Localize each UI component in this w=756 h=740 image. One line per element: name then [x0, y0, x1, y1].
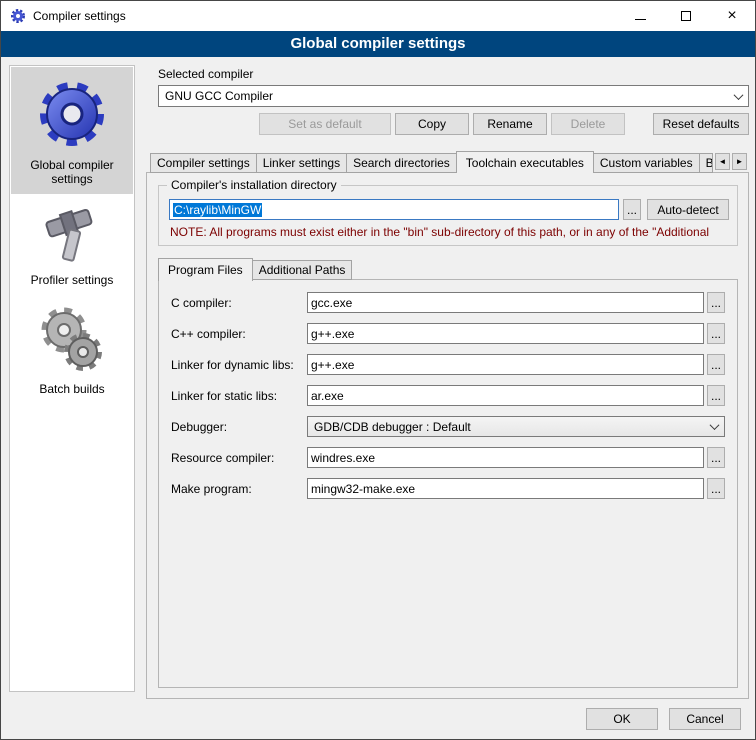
form-row-cpp-compiler: C++ compiler: g++.exe ... — [171, 323, 725, 344]
form-row-resource-compiler: Resource compiler: windres.exe ... — [171, 447, 725, 468]
selected-compiler-label: Selected compiler — [158, 67, 749, 81]
form-row-linker-dynamic: Linker for dynamic libs: g++.exe ... — [171, 354, 725, 375]
tab-custom-variables[interactable]: Custom variables — [593, 153, 700, 173]
blue-gear-icon — [34, 76, 110, 152]
settings-tabbar: Compiler settings Linker settings Search… — [150, 150, 749, 173]
installation-directory-group-title: Compiler's installation directory — [167, 178, 341, 192]
make-program-input[interactable]: mingw32-make.exe — [307, 478, 704, 499]
field-value: windres.exe — [311, 451, 375, 465]
c-compiler-browse-button[interactable]: ... — [707, 292, 725, 313]
resource-compiler-input[interactable]: windres.exe — [307, 447, 704, 468]
linker-static-browse-button[interactable]: ... — [707, 385, 725, 406]
tab-linker-settings[interactable]: Linker settings — [256, 153, 347, 173]
installation-directory-browse-button[interactable]: ... — [623, 199, 641, 220]
cpp-compiler-input[interactable]: g++.exe — [307, 323, 704, 344]
program-files-panel: C compiler: gcc.exe ... C++ compiler: g+… — [158, 279, 738, 688]
linker-dynamic-browse-button[interactable]: ... — [707, 354, 725, 375]
resource-compiler-browse-button[interactable]: ... — [707, 447, 725, 468]
minimize-icon[interactable] — [617, 1, 663, 31]
main-panel: Selected compiler GNU GCC Compiler Set a… — [146, 57, 749, 739]
form-row-debugger: Debugger: GDB/CDB debugger : Default — [171, 416, 725, 437]
linker-static-input[interactable]: ar.exe — [307, 385, 704, 406]
field-label: C++ compiler: — [171, 327, 307, 341]
sidebar-item-global-compiler-settings[interactable]: Global compiler settings — [11, 67, 133, 194]
tab-search-directories[interactable]: Search directories — [346, 153, 457, 173]
debugger-dropdown[interactable]: GDB/CDB debugger : Default — [307, 416, 725, 437]
form-row-linker-static: Linker for static libs: ar.exe ... — [171, 385, 725, 406]
field-value: GDB/CDB debugger : Default — [314, 420, 471, 434]
tab-scroll-left-icon[interactable]: ◄ — [715, 153, 730, 170]
ok-button[interactable]: OK — [586, 708, 658, 730]
installation-directory-selected-text: C:\raylib\MinGW — [173, 203, 262, 217]
field-label: Debugger: — [171, 420, 307, 434]
tab-build-options[interactable]: Build options — [699, 153, 713, 173]
window-title: Compiler settings — [33, 9, 126, 23]
installation-directory-note: NOTE: All programs must exist either in … — [170, 225, 729, 239]
app-icon — [10, 8, 26, 24]
field-label: C compiler: — [171, 296, 307, 310]
auto-detect-button[interactable]: Auto-detect — [647, 199, 729, 220]
compiler-settings-dialog: Compiler settings × Global compiler sett… — [0, 0, 756, 740]
subtab-program-files[interactable]: Program Files — [158, 258, 253, 281]
c-compiler-input[interactable]: gcc.exe — [307, 292, 704, 313]
chevron-down-icon — [729, 87, 747, 105]
field-label: Linker for static libs: — [171, 389, 307, 403]
field-value: ar.exe — [311, 389, 344, 403]
tab-toolchain-executables[interactable]: Toolchain executables — [456, 151, 594, 173]
installation-directory-row: C:\raylib\MinGW ... Auto-detect — [169, 199, 729, 220]
tab-scroll-right-icon[interactable]: ► — [732, 153, 747, 170]
chevron-down-icon — [705, 418, 723, 435]
reset-defaults-button[interactable]: Reset defaults — [653, 113, 749, 135]
titlebar: Compiler settings × — [1, 1, 755, 31]
sidebar-item-label: Profiler settings — [31, 273, 114, 287]
installation-directory-group: Compiler's installation directory C:\ray… — [158, 185, 738, 246]
field-value: g++.exe — [311, 327, 354, 341]
form-row-make-program: Make program: mingw32-make.exe ... — [171, 478, 725, 499]
compiler-actions: Set as default Copy Rename Delete Reset … — [146, 113, 749, 135]
sidebar-item-label: Batch builds — [39, 382, 104, 396]
batch-builds-icon — [36, 304, 108, 376]
cancel-button[interactable]: Cancel — [669, 708, 741, 730]
executables-subtabs: Program Files Additional Paths — [158, 258, 748, 280]
field-label: Resource compiler: — [171, 451, 307, 465]
sidebar-item-batch-builds[interactable]: Batch builds — [11, 295, 133, 404]
linker-dynamic-input[interactable]: g++.exe — [307, 354, 704, 375]
dialog-content: Global compiler settings Profiler settin… — [1, 57, 755, 739]
field-label: Linker for dynamic libs: — [171, 358, 307, 372]
page-title: Global compiler settings — [1, 31, 755, 57]
sidebar-item-label: Global compiler settings — [13, 158, 131, 186]
caption-buttons: × — [617, 1, 755, 31]
selected-compiler-dropdown[interactable]: GNU GCC Compiler — [158, 85, 749, 107]
tab-compiler-settings[interactable]: Compiler settings — [150, 153, 257, 173]
maximize-icon[interactable] — [663, 1, 709, 31]
sidebar-item-profiler-settings[interactable]: Profiler settings — [11, 194, 133, 295]
toolchain-executables-panel: Compiler's installation directory C:\ray… — [146, 172, 749, 699]
field-value: g++.exe — [311, 358, 354, 372]
rename-button[interactable]: Rename — [473, 113, 547, 135]
tab-scroll-buttons: ◄ ► — [715, 153, 747, 170]
make-program-browse-button[interactable]: ... — [707, 478, 725, 499]
selected-compiler-value: GNU GCC Compiler — [165, 89, 273, 103]
field-value: gcc.exe — [311, 296, 352, 310]
dialog-footer: OK Cancel — [586, 708, 741, 730]
field-value: mingw32-make.exe — [311, 482, 415, 496]
profiler-icon — [41, 203, 103, 267]
settings-sidebar: Global compiler settings Profiler settin… — [9, 65, 135, 692]
form-row-c-compiler: C compiler: gcc.exe ... — [171, 292, 725, 313]
cpp-compiler-browse-button[interactable]: ... — [707, 323, 725, 344]
installation-directory-input[interactable]: C:\raylib\MinGW — [169, 199, 619, 220]
set-as-default-button[interactable]: Set as default — [259, 113, 391, 135]
field-label: Make program: — [171, 482, 307, 496]
copy-button[interactable]: Copy — [395, 113, 469, 135]
delete-button[interactable]: Delete — [551, 113, 625, 135]
subtab-additional-paths[interactable]: Additional Paths — [252, 260, 353, 280]
close-icon[interactable]: × — [709, 1, 755, 31]
